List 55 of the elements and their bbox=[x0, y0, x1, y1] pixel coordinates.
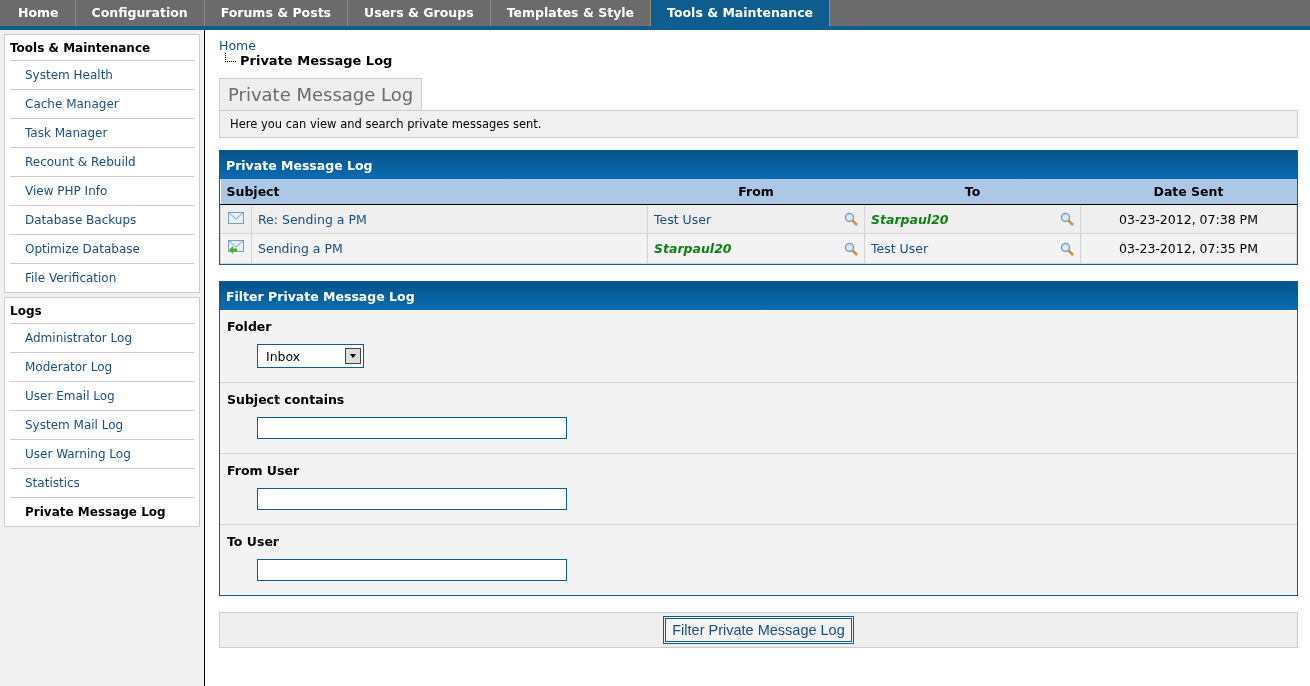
section-title: Tools & Maintenance bbox=[10, 39, 194, 61]
breadcrumb-link[interactable]: Home bbox=[219, 38, 256, 53]
input-field[interactable] bbox=[257, 417, 567, 439]
nav-tab[interactable]: Users & Groups bbox=[348, 0, 491, 26]
sidebar-item[interactable]: Administrator Log bbox=[10, 324, 194, 353]
field-label: To User bbox=[227, 534, 281, 549]
sidebar-item[interactable]: System Health bbox=[10, 61, 194, 90]
table-cell: 03-23-2012, 07:35 PM bbox=[1080, 233, 1297, 264]
nav-tab[interactable]: Home bbox=[2, 0, 76, 26]
nav-tab[interactable]: Configuration bbox=[75, 0, 205, 26]
column-header: Subject bbox=[220, 179, 648, 205]
sidebar-item[interactable]: File Verification bbox=[10, 264, 194, 292]
magnifier-icon[interactable] bbox=[844, 212, 858, 226]
field-label: From User bbox=[227, 463, 301, 478]
folder-dropdown[interactable]: Inbox bbox=[257, 344, 364, 368]
magnifier-icon[interactable] bbox=[844, 241, 858, 256]
magnifier-icon[interactable] bbox=[1060, 241, 1074, 256]
recipient-link[interactable]: Test User bbox=[871, 241, 929, 256]
caret-icon bbox=[345, 348, 361, 364]
sidebar-item[interactable]: System Mail Log bbox=[10, 411, 194, 440]
field-label: Folder bbox=[227, 319, 273, 334]
page-description: Here you can view and search private messages sent. bbox=[219, 110, 1298, 138]
input-field[interactable] bbox=[257, 559, 567, 581]
recipient-link[interactable]: Starpaul20 bbox=[871, 211, 949, 227]
nav-tab[interactable]: Forums & Posts bbox=[204, 0, 349, 26]
sidebar-item[interactable]: Task Manager bbox=[10, 119, 194, 148]
sidebar-item[interactable]: Optimize Database bbox=[10, 235, 194, 264]
column-header: Date Sent bbox=[1080, 179, 1297, 205]
sidebar-item[interactable]: Database Backups bbox=[10, 206, 194, 235]
sidebar-item[interactable]: User Warning Log bbox=[10, 440, 194, 469]
nav-tab[interactable]: Tools & Maintenance bbox=[651, 0, 831, 26]
sidebar-item[interactable]: Moderator Log bbox=[10, 353, 194, 382]
filter-button[interactable]: Filter Private Message Log bbox=[663, 616, 854, 644]
table-cell: 03-23-2012, 07:38 PM bbox=[1080, 204, 1297, 234]
sidebar-item[interactable]: Private Message Log bbox=[10, 498, 194, 526]
subject-link[interactable]: Re: Sending a PM bbox=[258, 211, 367, 227]
column-header: To bbox=[864, 179, 1081, 205]
envelope-icon bbox=[228, 211, 244, 224]
sidebar-item[interactable]: View PHP Info bbox=[10, 177, 194, 206]
table-title: Private Message Log bbox=[220, 151, 1297, 179]
sidebar-item[interactable]: User Email Log bbox=[10, 382, 194, 411]
input-field[interactable] bbox=[257, 488, 567, 510]
sidebar-item[interactable]: Recount & Rebuild bbox=[10, 148, 194, 177]
field-label: Subject contains bbox=[227, 392, 346, 407]
panel-title: Filter Private Message Log bbox=[220, 282, 1297, 310]
section-title: Logs bbox=[10, 302, 194, 324]
sender-link[interactable]: Test User bbox=[654, 211, 712, 227]
breadcrumb-current: Private Message Log bbox=[240, 53, 393, 68]
page-tab[interactable]: Private Message Log bbox=[219, 78, 423, 110]
magnifier-icon[interactable] bbox=[1060, 212, 1074, 226]
sender-link[interactable]: Starpaul20 bbox=[654, 241, 732, 256]
subject-link[interactable]: Sending a PM bbox=[258, 241, 343, 256]
sidebar-item[interactable]: Cache Manager bbox=[10, 90, 194, 119]
sidebar-item[interactable]: Statistics bbox=[10, 469, 194, 498]
column-header: From bbox=[647, 179, 865, 205]
